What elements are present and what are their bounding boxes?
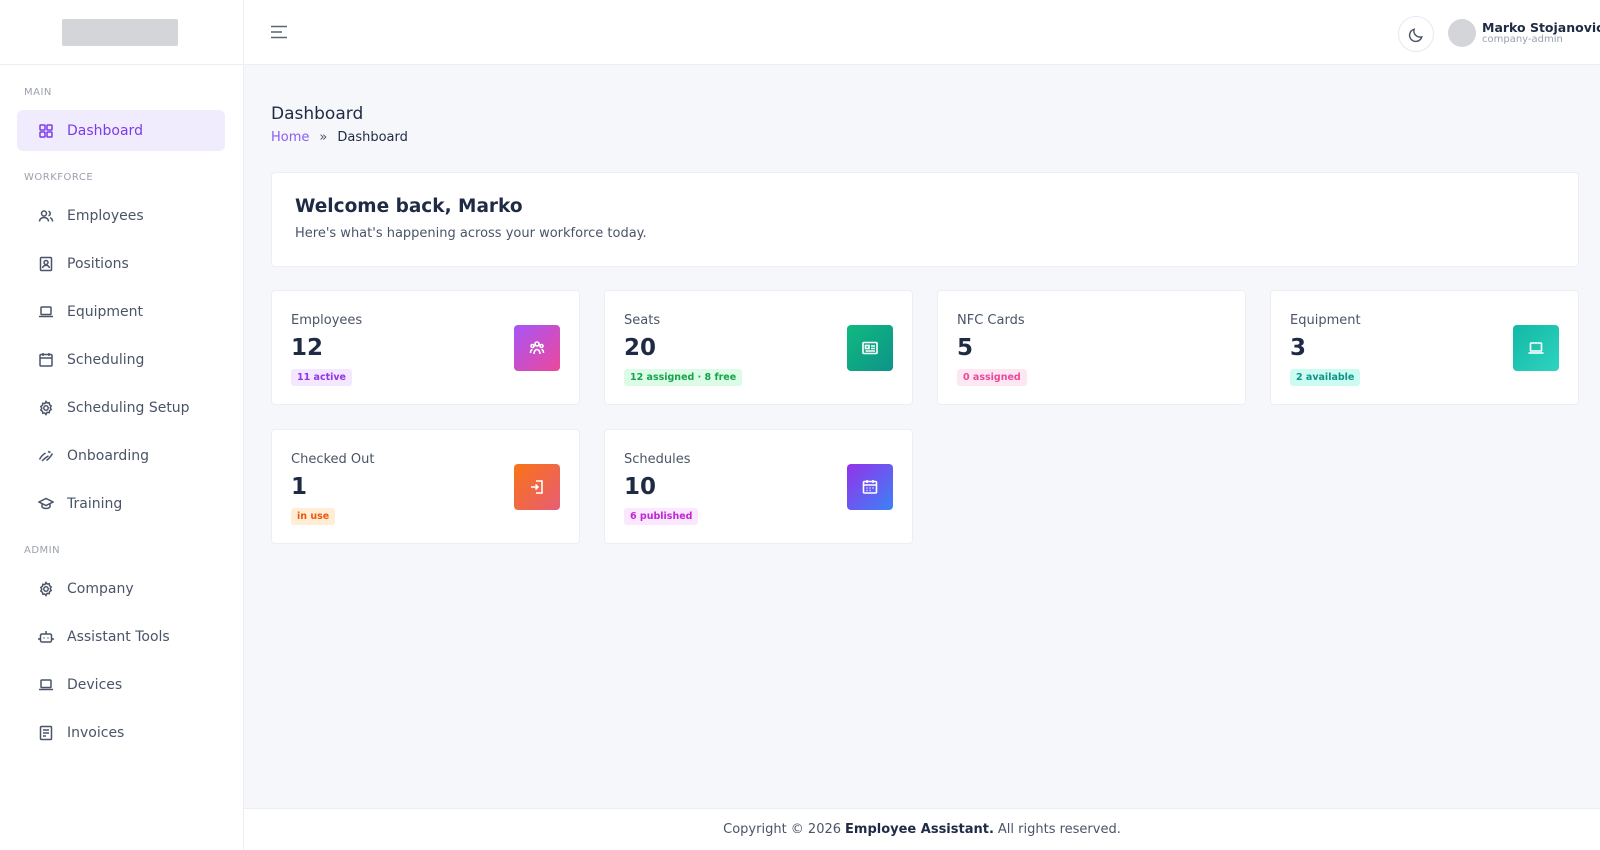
- company-logo[interactable]: [61, 18, 178, 46]
- stat-value: 1: [291, 474, 308, 500]
- sidebar-item-label: Dashboard: [67, 122, 143, 139]
- breadcrumb: Home » Dashboard: [271, 130, 408, 145]
- stat-card-seats: Seats 20 12 assigned · 8 free: [604, 290, 913, 405]
- sidebar-item-label: Scheduling Setup: [67, 399, 190, 416]
- gear-icon: [38, 580, 54, 597]
- sidebar-item-label: Equipment: [67, 303, 143, 320]
- stat-value: 12: [291, 335, 324, 361]
- topbar: Marko Stojanovic company-admin: [244, 0, 1600, 65]
- sidebar-item-company[interactable]: Company: [17, 568, 225, 609]
- sidebar-item-label: Invoices: [67, 724, 125, 741]
- logo-area: [0, 0, 243, 65]
- stat-label: Equipment: [1290, 313, 1361, 328]
- stat-card-schedules: Schedules 10 6 published: [604, 429, 913, 544]
- sidebar-item-label: Employees: [67, 207, 144, 224]
- stat-card-nfc-cards: NFC Cards 5 0 assigned: [937, 290, 1246, 405]
- menu-toggle-icon[interactable]: [270, 23, 290, 41]
- id-badge-icon: [38, 256, 54, 272]
- logout-icon[interactable]: [514, 464, 560, 510]
- sidebar-item-equipment[interactable]: Equipment: [17, 291, 225, 332]
- sidebar-item-onboarding[interactable]: Onboarding: [17, 435, 225, 476]
- users-icon[interactable]: [514, 325, 560, 371]
- breadcrumb-home-link[interactable]: Home: [271, 130, 309, 145]
- avatar[interactable]: [1448, 19, 1476, 47]
- breadcrumb-separator-icon: »: [319, 130, 328, 145]
- sidebar-item-label: Scheduling: [67, 351, 145, 368]
- sidebar-item-scheduling[interactable]: Scheduling: [17, 339, 225, 380]
- moon-icon: [1407, 25, 1426, 44]
- status-badge: 0 assigned: [957, 369, 1027, 386]
- laptop-icon[interactable]: [1513, 325, 1559, 371]
- stat-card-checked-out: Checked Out 1 in use: [271, 429, 580, 544]
- sidebar-item-invoices[interactable]: Invoices: [17, 712, 225, 753]
- sidebar-item-label: Onboarding: [67, 447, 149, 464]
- welcome-subtitle: Here's what's happening across your work…: [295, 226, 647, 241]
- calendar-icon: [38, 352, 54, 368]
- robot-icon: [38, 629, 54, 645]
- status-badge: 11 active: [291, 369, 353, 386]
- graduation-cap-icon: [38, 496, 54, 512]
- rights-text: All rights reserved.: [997, 822, 1121, 837]
- stat-value: 10: [624, 474, 657, 500]
- stat-card-equipment: Equipment 3 2 available: [1270, 290, 1579, 405]
- sidebar-item-label: Training: [67, 495, 123, 512]
- sidebar: MAIN Dashboard WORKFORCE Employees Posit…: [0, 0, 244, 850]
- stat-label: NFC Cards: [957, 313, 1025, 328]
- welcome-card: Welcome back, Marko Here's what's happen…: [271, 172, 1579, 267]
- status-badge: in use: [291, 508, 336, 525]
- footer-brand: Employee Assistant.: [845, 822, 994, 837]
- stat-value: 3: [1290, 335, 1307, 361]
- footer: Copyright © 2026 Employee Assistant. All…: [244, 808, 1600, 850]
- welcome-title: Welcome back, Marko: [295, 196, 523, 217]
- receipt-icon: [38, 725, 54, 741]
- section-label-workforce: WORKFORCE: [24, 172, 94, 183]
- copyright-text: Copyright © 2026: [723, 822, 842, 837]
- gear-icon: [38, 399, 54, 416]
- handshake-icon: [38, 448, 54, 464]
- sidebar-item-label: Assistant Tools: [67, 628, 170, 645]
- theme-toggle-button[interactable]: [1398, 16, 1434, 52]
- stat-value: 5: [957, 335, 974, 361]
- status-badge: 12 assigned · 8 free: [624, 369, 743, 386]
- breadcrumb-current: Dashboard: [337, 130, 408, 145]
- sidebar-item-devices[interactable]: Devices: [17, 664, 225, 705]
- stat-label: Employees: [291, 313, 363, 328]
- grid-icon: [38, 123, 54, 139]
- status-badge: 2 available: [1290, 369, 1361, 386]
- stat-label: Checked Out: [291, 452, 375, 467]
- sidebar-item-assistant-tools[interactable]: Assistant Tools: [17, 616, 225, 657]
- page-title: Dashboard: [271, 104, 364, 124]
- stat-card-employees: Employees 12 11 active: [271, 290, 580, 405]
- calendar-icon[interactable]: [847, 464, 893, 510]
- stat-value: 20: [624, 335, 657, 361]
- stat-label: Seats: [624, 313, 661, 328]
- sidebar-item-training[interactable]: Training: [17, 483, 225, 524]
- id-card-icon[interactable]: [847, 325, 893, 371]
- user-name[interactable]: Marko Stojanovic: [1482, 20, 1600, 35]
- section-label-admin: ADMIN: [24, 545, 61, 556]
- laptop-icon: [38, 677, 54, 693]
- sidebar-item-label: Devices: [67, 676, 123, 693]
- sidebar-item-dashboard[interactable]: Dashboard: [17, 110, 225, 151]
- status-badge: 6 published: [624, 508, 699, 525]
- section-label-main: MAIN: [24, 87, 52, 98]
- sidebar-item-label: Company: [67, 580, 134, 597]
- sidebar-item-scheduling-setup[interactable]: Scheduling Setup: [17, 387, 225, 428]
- sidebar-item-positions[interactable]: Positions: [17, 243, 225, 284]
- user-role: company-admin: [1482, 34, 1563, 45]
- users-icon: [38, 208, 54, 224]
- laptop-icon: [38, 304, 54, 320]
- stat-label: Schedules: [624, 452, 691, 467]
- sidebar-item-label: Positions: [67, 255, 129, 272]
- sidebar-item-employees[interactable]: Employees: [17, 195, 225, 236]
